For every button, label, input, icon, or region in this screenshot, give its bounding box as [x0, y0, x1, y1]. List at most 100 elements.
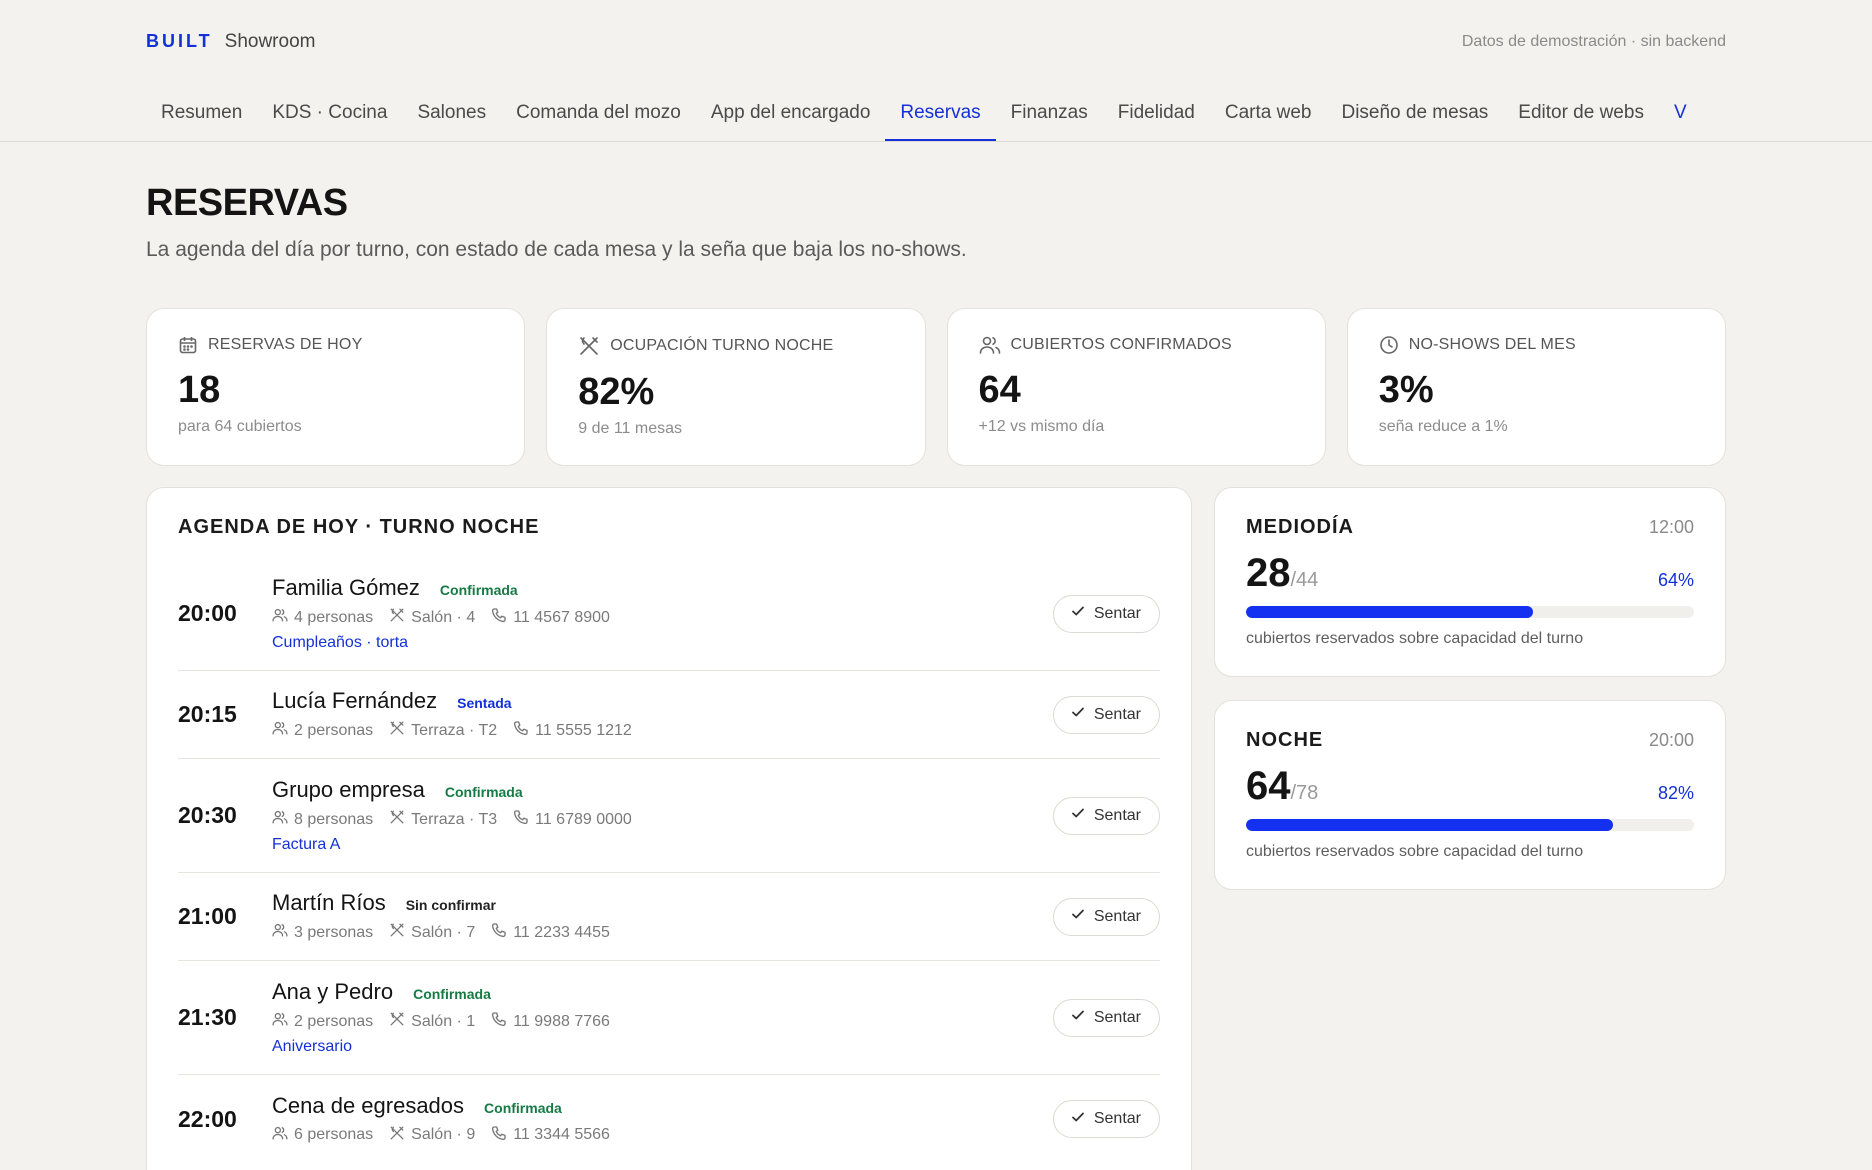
party-size: 6 personas — [294, 1126, 374, 1143]
tab-editor-de-webs[interactable]: Editor de webs — [1503, 88, 1659, 142]
kpi-label: NO-SHOWS DEL MES — [1408, 336, 1576, 353]
phone-number[interactable]: 11 2233 4455 — [513, 924, 610, 942]
check-icon — [1070, 906, 1086, 927]
party-size: 2 personas — [294, 721, 374, 739]
kpi-cards: RESERVAS DE HOY 18 para 64 cubiertos OCU… — [146, 308, 1726, 466]
shift-percent: 64% — [1657, 570, 1694, 590]
sentar-label: Sentar — [1093, 705, 1141, 723]
tab-reservas[interactable]: Reservas — [885, 88, 996, 142]
status-badge: Sentada — [457, 695, 512, 711]
tab-overflow[interactable]: V — [1659, 88, 1702, 142]
brand[interactable]: BUILT Showroom — [146, 31, 315, 53]
tab-fidelidad[interactable]: Fidelidad — [1103, 88, 1210, 142]
party-size: 3 personas — [294, 923, 374, 941]
shift-reserved: 64 — [1246, 764, 1291, 808]
sentar-button[interactable]: Sentar — [1052, 1100, 1160, 1138]
sentar-button[interactable]: Sentar — [1052, 998, 1160, 1037]
sentar-button[interactable]: Sentar — [1052, 796, 1160, 835]
party-size: 4 personas — [294, 608, 374, 626]
reservation-note: Factura A — [272, 836, 341, 853]
phone-icon — [491, 922, 507, 943]
kpi-note: 9 de 11 mesas — [578, 420, 683, 437]
reservation-row: 20:15 Lucía Fernández Sentada 2 personas Ter… — [178, 671, 1160, 759]
kpi-value: 18 — [178, 369, 221, 411]
tab-resumen[interactable]: Resumen — [146, 88, 257, 142]
reservation-time: 21:00 — [178, 903, 237, 929]
shift-capacity: /44 — [1290, 569, 1319, 591]
kpi-note: seña reduce a 1% — [1378, 418, 1508, 435]
reservation-time: 22:00 — [178, 1105, 237, 1132]
reservation-time: 20:00 — [178, 600, 237, 626]
occupancy-bar-fill — [1246, 819, 1614, 831]
kpi-card-ocupacion: OCUPACIÓN TURNO NOCHE 82% 9 de 11 mesas — [546, 308, 926, 466]
kpi-card-no-shows: NO-SHOWS DEL MES 3% seña reduce a 1% — [1346, 308, 1726, 466]
main-tabs: Resumen KDS · Cocina Salones Comanda del… — [146, 88, 1726, 142]
reservation-name: Ana y Pedro — [272, 979, 394, 1004]
phone-number[interactable]: 11 4567 8900 — [513, 609, 610, 627]
reservation-list: 20:00 Familia Gómez Confirmada 4 personas Sa… — [178, 557, 1160, 1163]
agenda-card: AGENDA DE HOY · TURNO NOCHE 20:00 Familia… — [146, 487, 1192, 1170]
check-icon — [1070, 805, 1086, 826]
phone-number[interactable]: 11 5555 1212 — [535, 722, 632, 740]
utensils-icon — [389, 1011, 405, 1032]
page-subtitle: La agenda del día por turno, con estado … — [146, 238, 967, 261]
reservation-name: Grupo empresa — [272, 777, 425, 802]
phone-number[interactable]: 11 6789 0000 — [535, 811, 632, 829]
kpi-note: para 64 cubiertos — [178, 418, 302, 435]
tab-kds-cocina[interactable]: KDS · Cocina — [257, 88, 402, 142]
occupancy-bar-fill — [1246, 606, 1533, 618]
occupancy-bar — [1246, 819, 1694, 831]
utensils-icon — [389, 809, 405, 830]
sentar-button[interactable]: Sentar — [1052, 695, 1160, 734]
shift-note: cubiertos reservados sobre capacidad del… — [1246, 630, 1584, 647]
brand-logo: BUILT — [146, 31, 213, 51]
table-location: Terraza · T3 — [411, 810, 498, 828]
status-badge: Confirmada — [484, 1099, 562, 1116]
utensils-icon — [578, 335, 600, 357]
reservation-name: Familia Gómez — [272, 575, 420, 600]
kpi-value: 64 — [978, 369, 1021, 411]
utensils-icon — [389, 1125, 405, 1146]
users-icon — [979, 335, 1001, 355]
tab-carta-web[interactable]: Carta web — [1210, 88, 1327, 142]
users-icon — [272, 1125, 288, 1146]
page-title: RESERVAS — [146, 182, 348, 224]
kpi-label: RESERVAS DE HOY — [208, 336, 363, 353]
shift-time: 12:00 — [1648, 517, 1694, 537]
kpi-note: +12 vs mismo día — [978, 418, 1105, 435]
phone-number[interactable]: 11 9988 7766 — [513, 1013, 610, 1031]
phone-number[interactable]: 11 3344 5566 — [513, 1126, 610, 1144]
kpi-label: OCUPACIÓN TURNO NOCHE — [610, 337, 834, 354]
reservation-note: Aniversario — [272, 1038, 353, 1055]
reservation-name: Martín Ríos — [272, 890, 386, 915]
sentar-button[interactable]: Sentar — [1052, 594, 1160, 633]
tab-salones[interactable]: Salones — [402, 88, 501, 142]
brand-name: Showroom — [224, 31, 316, 52]
demo-note: Datos de demostración · sin backend — [1461, 33, 1726, 50]
table-location: Salón · 7 — [411, 923, 476, 941]
reservation-name: Cena de egresados — [272, 1092, 465, 1118]
phone-icon — [491, 607, 507, 628]
shift-time: 20:00 — [1648, 730, 1694, 750]
reservation-row: 21:00 Martín Ríos Sin confirmar 3 personas S… — [178, 873, 1160, 961]
tab-diseno-de-mesas[interactable]: Diseño de mesas — [1326, 88, 1503, 142]
occupancy-bar — [1246, 606, 1694, 618]
sentar-label: Sentar — [1093, 1008, 1141, 1026]
reservation-row: 22:00 Cena de egresados Confirmada 6 person… — [178, 1075, 1160, 1163]
reservation-row: 20:30 Grupo empresa Confirmada 8 personas Te… — [178, 759, 1160, 873]
table-location: Salón · 4 — [411, 608, 476, 626]
sentar-button[interactable]: Sentar — [1052, 897, 1160, 936]
shift-card-noche: NOCHE 20:00 64/78 82% cubiertos reservad… — [1214, 700, 1726, 890]
tab-finanzas[interactable]: Finanzas — [996, 88, 1103, 142]
tab-comanda-del-mozo[interactable]: Comanda del mozo — [501, 88, 696, 142]
tab-app-del-encargado[interactable]: App del encargado — [696, 88, 886, 142]
shift-reserved: 28 — [1246, 551, 1291, 595]
kpi-label: CUBIERTOS CONFIRMADOS — [1010, 336, 1232, 353]
table-location: Salón · 9 — [411, 1126, 476, 1143]
shift-card-mediodia: MEDIODÍA 12:00 28/44 64% cubiertos reser… — [1214, 487, 1726, 677]
sentar-label: Sentar — [1093, 907, 1141, 925]
status-badge: Confirmada — [413, 986, 491, 1002]
users-icon — [272, 1011, 288, 1032]
reservation-time: 20:30 — [178, 802, 237, 828]
top-bar: BUILT Showroom Datos de demostración · s… — [146, 28, 1726, 56]
